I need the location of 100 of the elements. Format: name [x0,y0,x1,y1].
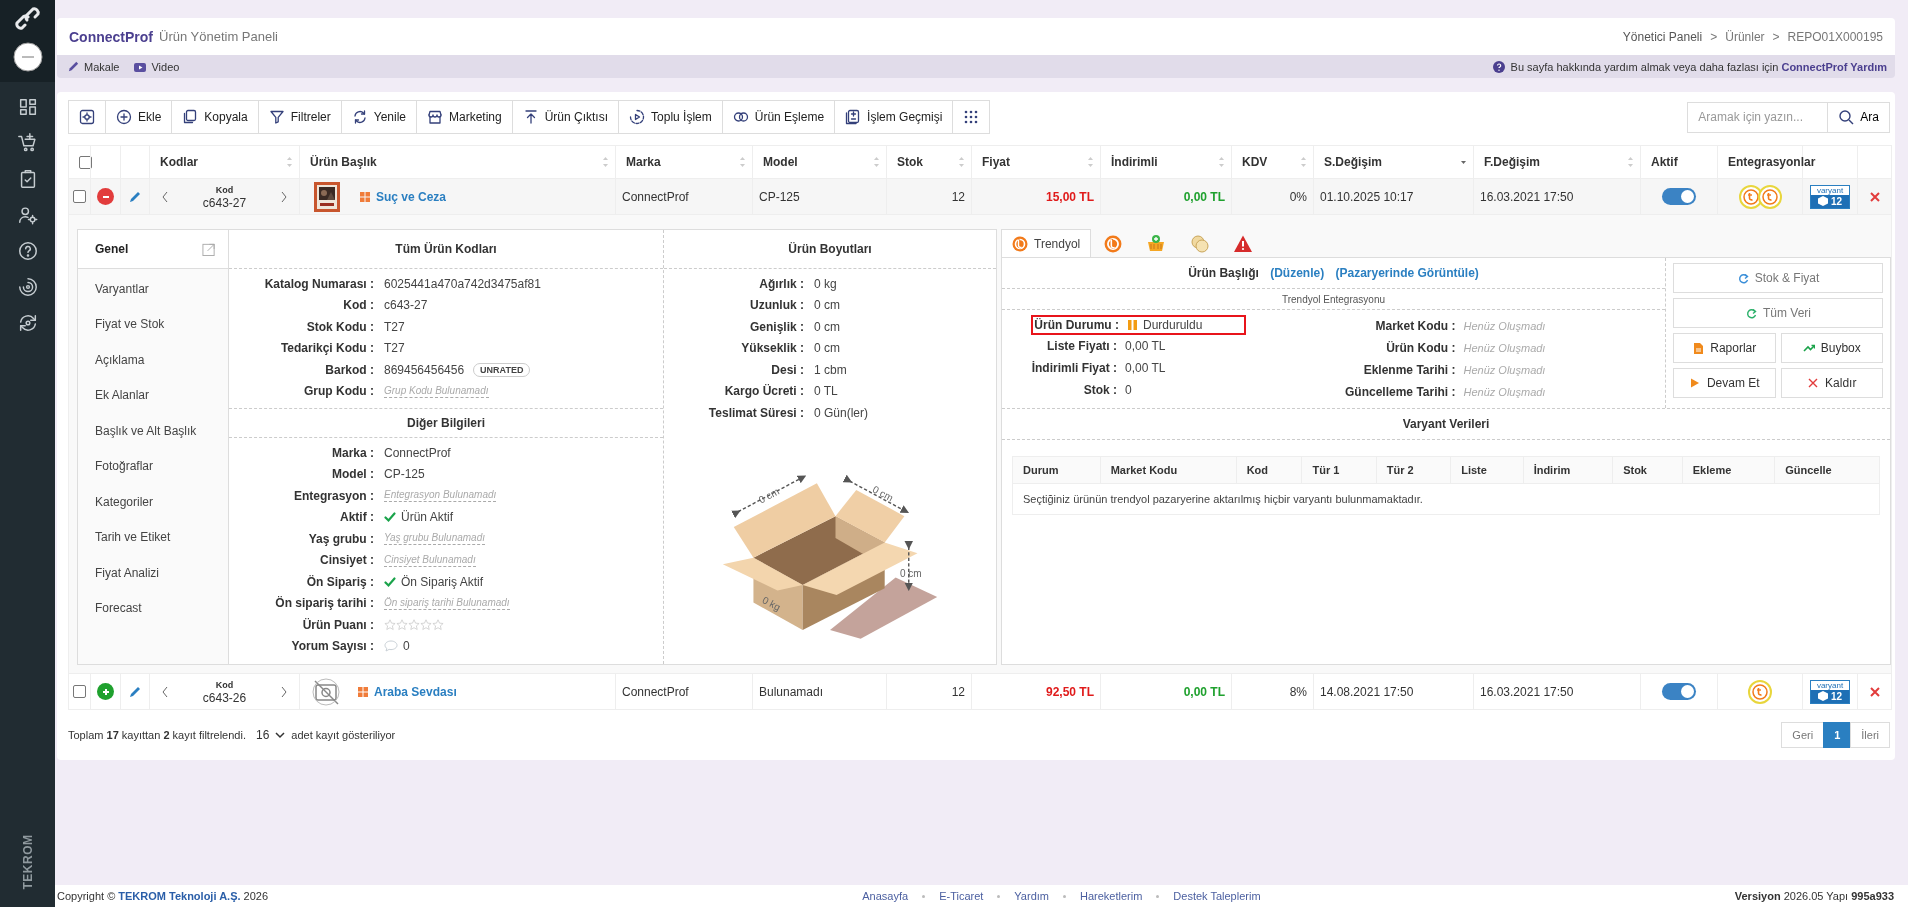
nav-tab[interactable]: Ek Alanlar [78,377,228,413]
field-value: 0 kg [814,276,837,291]
breadcrumb-item[interactable]: Yönetici Paneli [1622,29,1703,44]
field-label: Uzunluk : [750,298,804,313]
marketplace-icon[interactable] [1738,184,1763,209]
marketplace-icon[interactable] [1757,184,1782,209]
action-button[interactable]: Buybox [1780,333,1883,363]
field-label: Yorum Sayısı : [291,639,374,654]
chevron-icon[interactable] [160,685,170,698]
popout-icon [202,241,216,257]
column-header: Ekleme [1682,456,1775,484]
marketplace-logo-icon [1104,234,1123,253]
nav-tab[interactable]: Varyantlar [78,271,228,307]
nav-tab[interactable]: Fiyat Analizi [78,555,228,591]
column-header: S.Değişim [1324,155,1383,169]
delete-icon[interactable] [1868,190,1881,203]
weight-label: 0 kg [760,593,783,613]
title-link[interactable]: (Düzenle) [1270,266,1325,280]
nav-tab[interactable]: Tarih ve Etiket [78,519,228,555]
toggle-switch[interactable] [1662,683,1696,700]
help-link[interactable]: Makale [67,60,120,73]
target-icon[interactable] [16,276,39,298]
nav-tab[interactable]: Açıklama [78,342,228,378]
help-icon[interactable] [16,240,39,262]
action-button[interactable]: Devam Et [1673,368,1776,398]
expand-button[interactable] [97,683,114,700]
footer-link[interactable]: Yardım [1014,890,1049,902]
page-subtitle: Ürün Yönetim Paneli [159,29,278,44]
search-field[interactable]: Aramak için yazın... [1687,101,1828,133]
nav-tab[interactable]: Genel [78,230,228,269]
page-button[interactable]: Geri [1781,722,1825,748]
action-button[interactable]: Raporlar [1673,333,1776,363]
nav-tab[interactable]: Forecast [78,590,228,626]
table-cell: ConnectProf [615,673,753,710]
collapse-button[interactable] [97,188,114,205]
variant-count: 12 [1830,690,1843,703]
field-label: Stok Kodu : [306,319,374,334]
missing-value: Grup Kodu Bulunamadı [384,384,489,398]
section-title: Varyant Verileri [1402,417,1490,431]
user-settings-icon[interactable] [16,204,39,226]
check-icon [384,511,396,524]
breadcrumb-item[interactable]: REPO01X000195 [1787,29,1883,44]
help-link[interactable]: Video [133,59,180,74]
column-header: Durum [1012,456,1101,484]
product-title-link[interactable]: Suç ve Ceza [376,189,447,204]
column-header: Model [763,155,798,169]
field-value: 0 cm [814,319,840,334]
chevron-icon[interactable] [279,190,289,203]
column-header: F.Değişim [1484,155,1540,169]
marketplace-logo-icon [1012,236,1028,252]
delete-icon[interactable] [1868,685,1881,698]
footer-link[interactable]: Destek Taleplerim [1173,890,1261,902]
missing-value: Henüz Oluşmadı [1463,386,1546,398]
refresh-icon [1736,272,1749,284]
cart-icon[interactable] [16,132,39,154]
marketplace-icon[interactable] [1748,679,1772,704]
chevron-icon[interactable] [160,190,170,203]
table-cell: 01.10.2025 10:17 [1313,178,1474,215]
product-title-link[interactable]: Araba Sevdası [374,684,457,699]
title-link[interactable]: (Pazaryerinde Görüntüle) [1335,266,1479,280]
variant-badge[interactable]: varyant 12 [1810,679,1850,704]
chevron-down-icon [275,730,286,740]
nav-tab[interactable]: Fotoğraflar [78,448,228,484]
footer-link[interactable]: E-Ticaret [939,890,984,902]
nav-tab[interactable]: Fiyat ve Stok [78,306,228,342]
page-button[interactable]: İleri [1850,722,1890,748]
toggle-switch[interactable] [1662,188,1696,205]
breadcrumb-item[interactable]: Ürünler [1725,29,1765,44]
action-button[interactable]: Stok & Fiyat [1673,263,1883,293]
nav-tab[interactable]: Başlık ve Alt Başlık [78,413,228,449]
table-cell: 8% [1231,673,1314,710]
page-button[interactable]: 1 [1823,722,1852,748]
footer-link[interactable]: Hareketlerim [1080,890,1143,902]
action-button[interactable]: Kaldır [1780,368,1883,398]
checkbox[interactable] [73,190,86,203]
integration-label: Trendyol Entegrasyonu [1282,293,1385,305]
help-link[interactable]: ConnectProf Yardım [1781,60,1887,73]
checkbox[interactable] [79,155,92,169]
pencil-icon[interactable] [128,684,142,699]
table-cell: 16.03.2021 17:50 [1473,178,1641,215]
page-size-select[interactable]: 16 [255,728,286,742]
dimension-label: 0 cm [900,567,922,579]
field-value: Ürün Aktif [401,510,454,525]
pencil-icon[interactable] [128,189,142,204]
avatar-icon[interactable] [12,42,43,72]
chevron-icon[interactable] [279,685,289,698]
nav-tab[interactable]: Kategoriler [78,484,228,520]
footer-link[interactable]: Anasayfa [862,890,909,902]
field-value: 0 TL [814,384,838,399]
variant-badge[interactable]: varyant 12 [1810,184,1850,209]
linked-circles-icon [732,109,749,125]
field-label: Market Kodu : [1375,319,1456,333]
checkbox[interactable] [73,685,86,698]
missing-value: Henüz Oluşmadı [1463,320,1546,332]
action-button[interactable]: Tüm Veri [1673,298,1883,328]
field-value: 0 [403,639,410,654]
marketplace-tab[interactable]: Trendyol [1001,229,1092,258]
search-button[interactable]: Ara [1827,101,1890,133]
logo-icon[interactable] [14,6,41,32]
search-icon [1838,109,1855,125]
